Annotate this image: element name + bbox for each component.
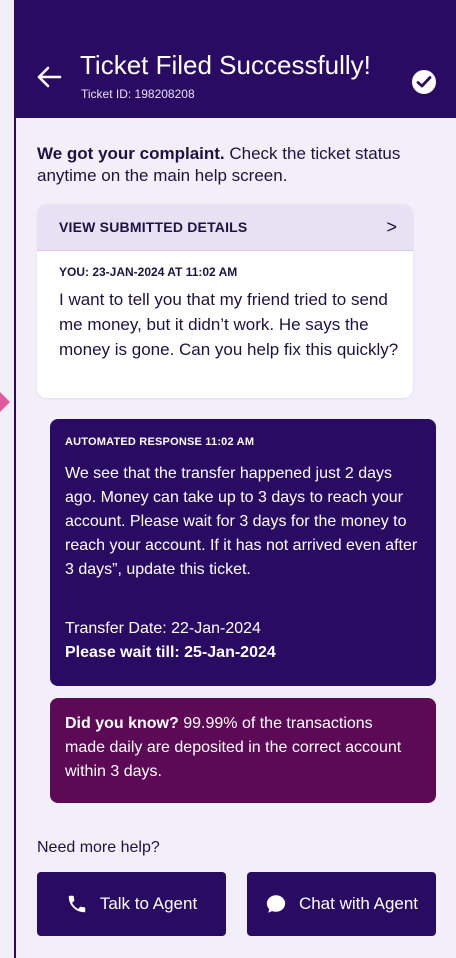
need-more-help-label: Need more help? (37, 839, 160, 856)
user-message-text: I want to tell you that my friend tried … (59, 290, 399, 359)
tip-text: Did you know? 99.99% of the transactions… (65, 712, 415, 784)
details-header-label: VIEW SUBMITTED DETAILS (59, 219, 248, 235)
tip-bold: Did you know? (65, 715, 179, 732)
automated-response-card: AUTOMATED RESPONSE 11:02 AM We see that … (50, 419, 436, 686)
submitted-details-card: VIEW SUBMITTED DETAILS > YOU: 23-JAN-202… (37, 204, 413, 398)
side-marker (0, 392, 10, 412)
app-header: Ticket Filed Successfully! Ticket ID: 19… (16, 0, 456, 118)
left-border (14, 0, 16, 958)
automated-response-text: We see that the transfer happened just 2… (65, 465, 418, 578)
ticket-id: Ticket ID: 198208208 (81, 87, 195, 101)
user-message-meta: YOU: 23-JAN-2024 AT 11:02 AM (59, 265, 238, 279)
transfer-date: Transfer Date: 22-Jan-2024 (65, 620, 261, 637)
check-circle-icon (412, 70, 436, 94)
page-title: Ticket Filed Successfully! (80, 50, 371, 80)
phone-icon (66, 893, 88, 915)
chevron-right-icon: > (386, 216, 397, 237)
chat-with-agent-label: Chat with Agent (298, 894, 419, 913)
talk-to-agent-button[interactable]: Talk to Agent (37, 872, 226, 936)
automated-response-label: AUTOMATED RESPONSE 11:02 AM (65, 436, 255, 448)
arrow-left-icon[interactable] (36, 64, 62, 90)
intro-text: We got your complaint. Check the ticket … (37, 143, 417, 187)
intro-bold: We got your complaint. (37, 144, 225, 163)
wait-till-date: Please wait till: 25-Jan-2024 (65, 644, 276, 661)
chat-bubble-icon (265, 893, 287, 915)
view-submitted-details-button[interactable]: VIEW SUBMITTED DETAILS > (37, 204, 413, 251)
talk-to-agent-label: Talk to Agent (99, 894, 198, 913)
did-you-know-card: Did you know? 99.99% of the transactions… (50, 698, 436, 803)
chat-with-agent-button[interactable]: Chat with Agent (247, 872, 436, 936)
